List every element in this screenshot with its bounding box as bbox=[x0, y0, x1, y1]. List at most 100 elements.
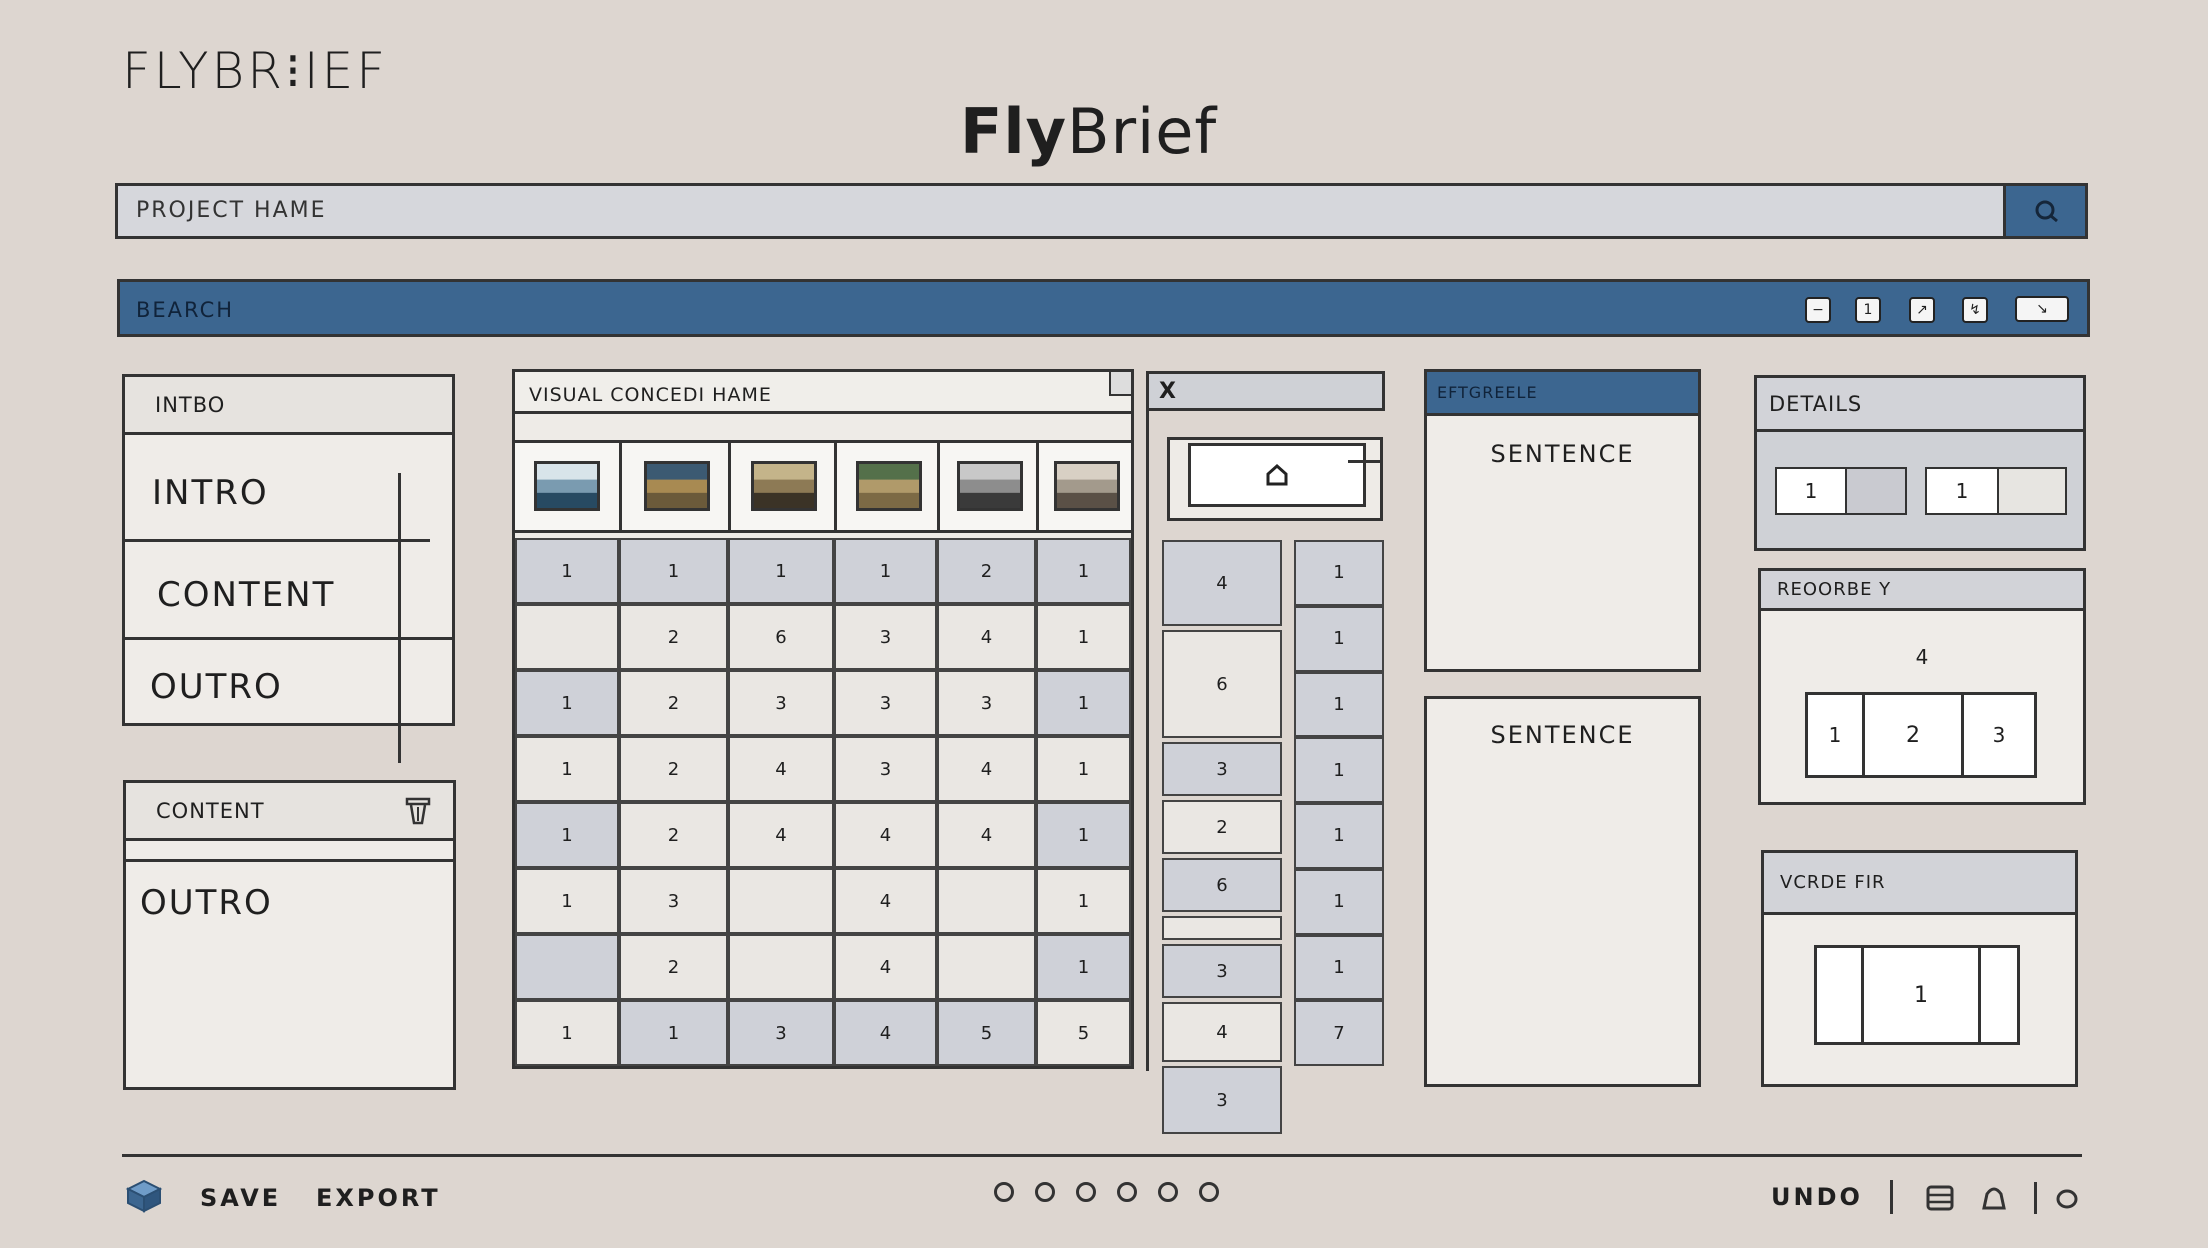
pagination-dot[interactable] bbox=[994, 1182, 1014, 1202]
search-toolbar[interactable]: BEARCH − 1 ↗ ↯ ↘ bbox=[117, 279, 2090, 337]
storyboard-cell[interactable]: 2 bbox=[619, 736, 728, 802]
storyboard-cell[interactable]: 4 bbox=[728, 736, 834, 802]
pagination-dot[interactable] bbox=[1076, 1182, 1096, 1202]
storyboard-cell[interactable]: 1 bbox=[515, 868, 619, 934]
storyboard-cell[interactable]: 1 bbox=[1036, 934, 1131, 1000]
storyboard-thumbnail-cell[interactable] bbox=[937, 443, 1036, 530]
sentence-panel-1[interactable]: EFTGREELE SENTENCE bbox=[1424, 369, 1701, 672]
storyboard-cell[interactable]: 1 bbox=[1036, 538, 1131, 604]
storyboard-cell[interactable]: 4 bbox=[834, 1000, 937, 1066]
structure-item-content[interactable]: CONTENT bbox=[125, 545, 452, 640]
storyboard-cell[interactable]: 1 bbox=[1036, 736, 1131, 802]
structure-item-outro[interactable]: OUTRO bbox=[125, 643, 452, 723]
tool-flash-button[interactable]: ↯ bbox=[1962, 297, 1988, 323]
storyboard-cell[interactable]: 2 bbox=[937, 538, 1036, 604]
mini-cell-a[interactable] bbox=[1162, 916, 1282, 940]
tool-number-button[interactable]: 1 bbox=[1855, 297, 1881, 323]
undo-button[interactable]: UNDO bbox=[1771, 1183, 1863, 1211]
sentence-panel-2[interactable]: SENTENCE bbox=[1424, 696, 1701, 1087]
storyboard-cell[interactable] bbox=[728, 934, 834, 1000]
storyboard-cell[interactable]: 3 bbox=[937, 670, 1036, 736]
storyboard-cell[interactable]: 2 bbox=[619, 934, 728, 1000]
tool-minus-button[interactable]: − bbox=[1805, 297, 1831, 323]
trash-icon[interactable] bbox=[404, 797, 432, 831]
storyboard-cell[interactable]: 4 bbox=[834, 802, 937, 868]
storyboard-cell[interactable]: 5 bbox=[937, 1000, 1036, 1066]
details-field-2[interactable]: 1 bbox=[1925, 467, 2067, 515]
storyboard-thumbnail-cell[interactable] bbox=[728, 443, 834, 530]
mini-cell-b[interactable]: 1 bbox=[1294, 540, 1384, 606]
mini-cell-a[interactable]: 6 bbox=[1162, 630, 1282, 738]
reorder-segment-2[interactable]: 2 bbox=[1865, 695, 1964, 775]
storyboard-cell[interactable]: 1 bbox=[1036, 802, 1131, 868]
storyboard-cell[interactable] bbox=[937, 934, 1036, 1000]
reorder-segment-1[interactable]: 1 bbox=[1808, 695, 1865, 775]
storyboard-thumbnail-cell[interactable] bbox=[1036, 443, 1131, 530]
pagination-dot[interactable] bbox=[1199, 1182, 1219, 1202]
storyboard-cell[interactable]: 3 bbox=[728, 1000, 834, 1066]
storyboard-cell[interactable]: 4 bbox=[937, 604, 1036, 670]
storyboard-cell[interactable]: 1 bbox=[728, 538, 834, 604]
storyboard-cell[interactable] bbox=[515, 604, 619, 670]
mini-cell-b[interactable]: 1 bbox=[1294, 803, 1384, 869]
storyboard-cell[interactable]: 4 bbox=[937, 736, 1036, 802]
mini-cell-b[interactable]: 7 bbox=[1294, 1000, 1384, 1066]
record-icon[interactable] bbox=[2055, 1188, 2079, 1214]
storyboard-cell[interactable] bbox=[937, 868, 1036, 934]
pagination-dot[interactable] bbox=[1035, 1182, 1055, 1202]
storyboard-cell[interactable] bbox=[515, 934, 619, 1000]
bell-icon[interactable] bbox=[1980, 1184, 2008, 1216]
storyboard-cell[interactable]: 2 bbox=[619, 670, 728, 736]
reorder-segment-3[interactable]: 3 bbox=[1964, 695, 2034, 775]
details-field-1[interactable]: 1 bbox=[1775, 467, 1907, 515]
storyboard-cell[interactable]: 3 bbox=[834, 670, 937, 736]
voice-segment-group[interactable]: 1 bbox=[1814, 945, 2020, 1045]
mini-cell-a[interactable]: 3 bbox=[1162, 944, 1282, 998]
storyboard-cell[interactable]: 3 bbox=[834, 604, 937, 670]
tool-expand-button[interactable]: ↗ bbox=[1909, 297, 1935, 323]
storyboard-cell[interactable]: 1 bbox=[1036, 670, 1131, 736]
reorder-segment-group[interactable]: 1 2 3 bbox=[1805, 692, 2037, 778]
storyboard-cell[interactable]: 1 bbox=[1036, 868, 1131, 934]
storyboard-cell[interactable]: 1 bbox=[619, 538, 728, 604]
storyboard-cell[interactable]: 5 bbox=[1036, 1000, 1131, 1066]
image-drop-area[interactable] bbox=[1167, 437, 1383, 521]
mini-cell-a[interactable]: 4 bbox=[1162, 540, 1282, 626]
mini-cell-a[interactable]: 3 bbox=[1162, 742, 1282, 796]
storyboard-cell[interactable]: 1 bbox=[515, 538, 619, 604]
storyboard-scroll-handle[interactable] bbox=[1109, 372, 1131, 396]
package-icon[interactable] bbox=[124, 1178, 164, 1218]
storyboard-cell[interactable]: 2 bbox=[619, 604, 728, 670]
storyboard-cell[interactable]: 4 bbox=[834, 868, 937, 934]
storyboard-cell[interactable]: 1 bbox=[834, 538, 937, 604]
pagination-dot[interactable] bbox=[1158, 1182, 1178, 1202]
storyboard-cell[interactable]: 1 bbox=[515, 670, 619, 736]
mini-cell-b[interactable]: 1 bbox=[1294, 605, 1384, 672]
storyboard-cell[interactable]: 1 bbox=[515, 736, 619, 802]
storyboard-cell[interactable]: 6 bbox=[728, 604, 834, 670]
project-search-button[interactable] bbox=[2003, 186, 2085, 236]
storyboard-cell[interactable]: 2 bbox=[619, 802, 728, 868]
mini-cell-b[interactable]: 1 bbox=[1294, 934, 1384, 1001]
database-icon[interactable] bbox=[1925, 1184, 1955, 1216]
mini-cell-b[interactable]: 1 bbox=[1294, 671, 1384, 738]
structure-item-intro[interactable]: INTRO bbox=[125, 435, 430, 542]
storyboard-thumbnail-cell[interactable] bbox=[834, 443, 937, 530]
mini-cell-a[interactable]: 3 bbox=[1162, 1066, 1282, 1134]
storyboard-cell[interactable]: 4 bbox=[728, 802, 834, 868]
storyboard-cell[interactable]: 4 bbox=[834, 934, 937, 1000]
storyboard-cell[interactable]: 3 bbox=[728, 670, 834, 736]
mini-cell-a[interactable]: 2 bbox=[1162, 800, 1282, 854]
storyboard-cell[interactable] bbox=[728, 868, 834, 934]
mini-cell-b[interactable]: 1 bbox=[1294, 868, 1384, 935]
storyboard-cell[interactable]: 1 bbox=[515, 1000, 619, 1066]
save-button[interactable]: SAVE bbox=[200, 1184, 281, 1212]
project-name-field[interactable]: PROJECT HAME bbox=[115, 183, 2088, 239]
pagination-dot[interactable] bbox=[1117, 1182, 1137, 1202]
storyboard-cell[interactable]: 1 bbox=[619, 1000, 728, 1066]
storyboard-cell[interactable]: 3 bbox=[834, 736, 937, 802]
mini-cell-a[interactable]: 4 bbox=[1162, 1002, 1282, 1062]
storyboard-cell[interactable]: 3 bbox=[619, 868, 728, 934]
tool-wide-button[interactable]: ↘ bbox=[2015, 296, 2069, 322]
storyboard-cell[interactable]: 1 bbox=[1036, 604, 1131, 670]
